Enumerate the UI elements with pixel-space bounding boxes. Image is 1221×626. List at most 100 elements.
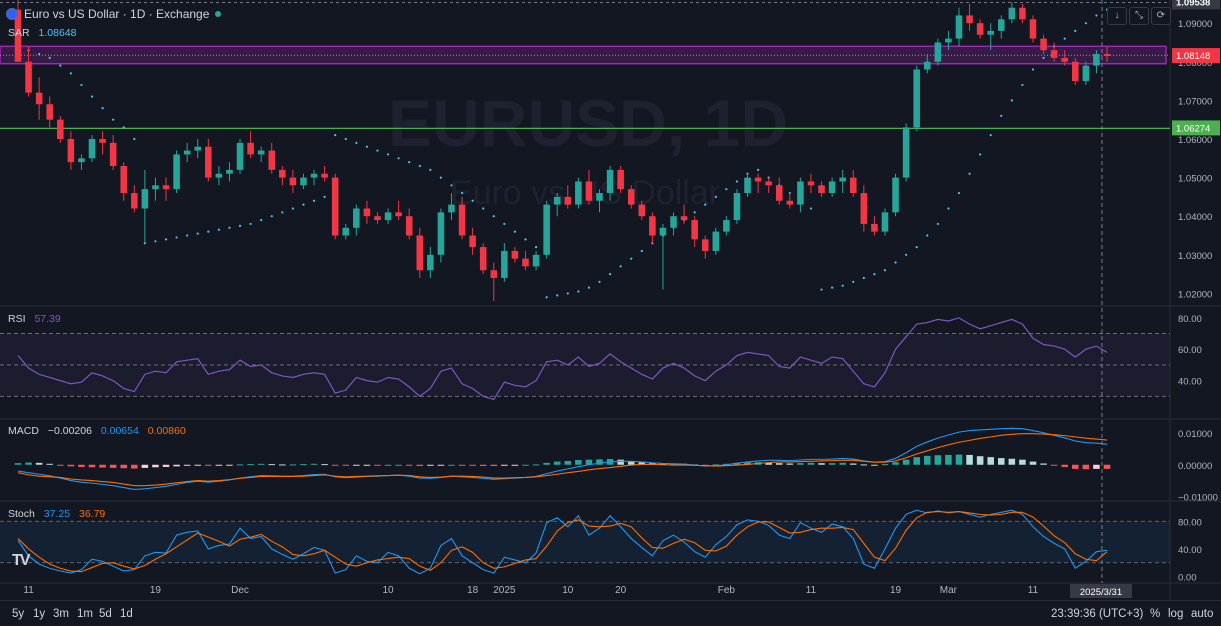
sar-dot (450, 184, 453, 187)
time-tick-label: 20 (615, 585, 627, 596)
time-tick-label: 18 (467, 585, 479, 596)
candle-body (46, 104, 53, 120)
macd-histogram-bar (966, 454, 973, 465)
candle-body (543, 204, 550, 255)
macd-histogram-bar (342, 464, 350, 466)
candle-body (744, 177, 751, 194)
timeframe-5d-button[interactable]: 5d (99, 608, 112, 620)
macd-histogram-bar (828, 463, 836, 465)
sar-dot (883, 269, 887, 272)
candle-body (627, 189, 635, 205)
macd-histogram-bar (152, 464, 159, 468)
sar-dot (513, 230, 517, 233)
reset-button[interactable]: ⟳ (1151, 7, 1171, 25)
macd-histogram-bar (141, 464, 149, 468)
candle-body (712, 231, 720, 251)
sar-dot (1000, 114, 1003, 117)
macd-histogram-bar (501, 464, 508, 466)
percent-toggle[interactable]: % (1150, 608, 1160, 620)
macd-histogram-bar (490, 464, 498, 467)
auto-toggle[interactable]: auto (1191, 608, 1213, 620)
sar-dot (503, 222, 506, 226)
macd-histogram-bar (522, 464, 529, 466)
sar-dot (154, 240, 157, 243)
sar-dot (947, 207, 950, 210)
sar-dot (831, 286, 834, 289)
candle-body (173, 154, 180, 190)
candle-body (247, 142, 254, 155)
macd-histogram-bar (78, 464, 85, 467)
stoch-legend[interactable]: Stoch 37.25 36.79 (8, 508, 105, 520)
rsi-legend[interactable]: RSI 57.39 (8, 313, 61, 325)
sar-dot (725, 188, 728, 191)
sar-dot (566, 292, 569, 295)
macd-legend[interactable]: MACD −0.00206 0.00654 0.00860 (8, 425, 186, 437)
candle-body (1061, 57, 1068, 62)
sar-dot (556, 294, 559, 297)
candle-body (606, 169, 614, 194)
sar-dot (238, 224, 242, 227)
candle-body (797, 181, 804, 205)
sar-dot (619, 265, 622, 268)
price-tick-label: 1.09000 (1178, 19, 1212, 30)
sar-dot (1031, 68, 1035, 71)
time-tick-label: 19 (890, 585, 902, 596)
candle-body (860, 193, 868, 224)
sar-legend[interactable]: SAR 1.08648 (8, 27, 76, 39)
macd-histogram-bar (416, 464, 424, 467)
sar-dot (598, 280, 601, 283)
price-tick-label: 1.03000 (1178, 251, 1212, 262)
sar-dot (608, 273, 612, 276)
log-toggle[interactable]: log (1168, 608, 1183, 620)
sar-dot (260, 218, 263, 222)
macd-histogram-bar (469, 464, 476, 466)
macd-tick-label: 0.01000 (1178, 429, 1212, 440)
sar-dot (524, 238, 527, 241)
sar-dot (249, 222, 252, 226)
timeframe-3m-button[interactable]: 3m (53, 608, 69, 620)
sar-dot (355, 141, 358, 144)
macd-label: MACD (8, 425, 39, 437)
time-tick-label: 19 (150, 585, 162, 596)
macd-histogram-bar (575, 460, 582, 465)
candle-body (35, 92, 43, 105)
macd-histogram-bar (1103, 464, 1111, 469)
candle-body (786, 200, 794, 205)
candle-body (141, 189, 149, 209)
macd-histogram-bar (247, 464, 254, 466)
time-tick-label: Mar (940, 585, 958, 596)
sar-dot (312, 199, 316, 202)
clock-timezone[interactable]: 23:39:36 (UTC+3) (1051, 608, 1143, 620)
chart-canvas[interactable]: EURUSD, 1D Euro vs US Dollar 1.09000 1.08… (0, 0, 1221, 600)
sar-dot (1095, 14, 1098, 17)
candle-body (88, 138, 96, 159)
timeframe-1m-button[interactable]: 1m (77, 608, 93, 620)
timeframe-1y-button[interactable]: 1y (33, 608, 45, 620)
sar-dot (809, 207, 813, 210)
candle-body (839, 177, 846, 182)
sar-dot (334, 134, 337, 137)
sar-dot (1010, 99, 1013, 102)
macd-histogram-bar (1019, 459, 1026, 465)
macd-histogram-bar (997, 458, 1005, 465)
sar-dot (1074, 29, 1077, 32)
collapse-icon: ⤡ (1135, 10, 1143, 21)
candle-body (976, 23, 984, 35)
time-tick-label: 11 (23, 585, 34, 596)
candle-body (1072, 61, 1079, 82)
candle-body (1103, 54, 1111, 56)
macd-histogram-bar (374, 464, 381, 466)
timeframe-5y-button[interactable]: 5y (12, 608, 24, 620)
macd-histogram-bar (268, 464, 276, 466)
sar-dot (291, 207, 294, 210)
symbol-legend[interactable]: Euro vs US Dollar · 1D · Exchange (6, 7, 222, 21)
collapse-button[interactable]: ⤡ (1129, 7, 1149, 25)
scroll-down-button[interactable]: ↓ (1107, 7, 1127, 25)
macd-histogram-bar (109, 464, 117, 468)
macd-histogram-bar (363, 464, 371, 466)
candle-body (1093, 54, 1100, 66)
timeframe-1d-button[interactable]: 1d (120, 608, 133, 620)
sar-dot (1084, 22, 1087, 25)
sar-dot (69, 72, 72, 75)
candle-body (564, 196, 572, 205)
